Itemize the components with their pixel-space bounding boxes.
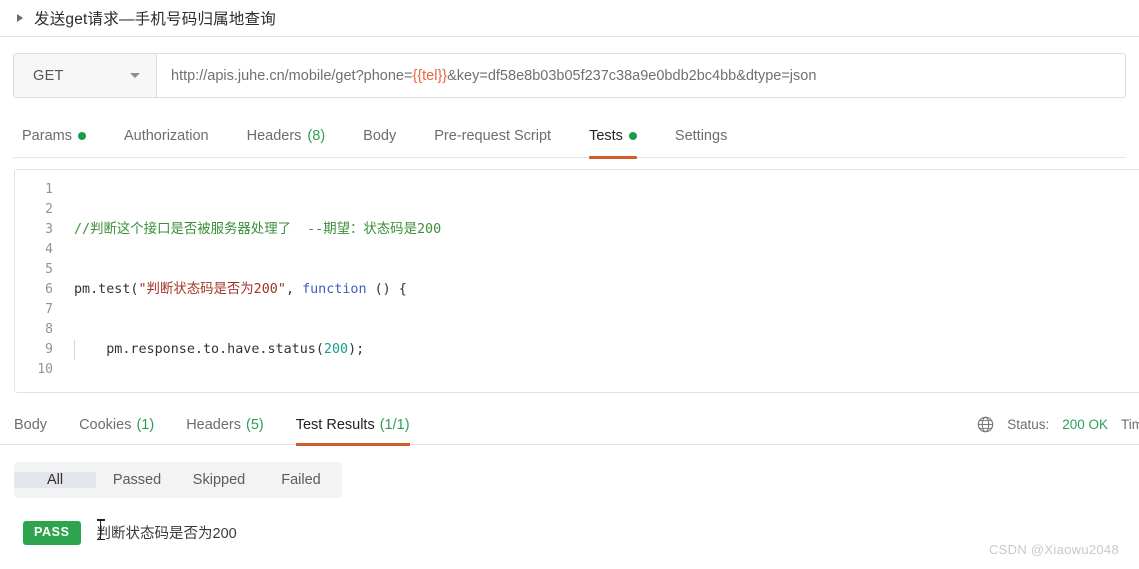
test-result-name-label: 判断状态码是否为200 [96, 526, 237, 543]
code-line: pm.test("判断状态码是否为200", function () { [74, 282, 407, 297]
status-badge: 200 OK [1062, 417, 1108, 432]
tab-tests-label: Tests [589, 128, 623, 144]
method-select[interactable]: GET [14, 54, 157, 97]
filter-all[interactable]: All [14, 472, 96, 488]
line-number: 3 [45, 222, 53, 237]
status-badge: PASS [23, 521, 81, 545]
line-number: 2 [45, 202, 53, 217]
watermark: CSDN @Xiaowu2048 [988, 542, 1119, 557]
filter-failed[interactable]: Failed [260, 472, 342, 488]
code-lines[interactable]: //判断这个接口是否被服务器处理了 --期望：状态码是200 pm.test("… [62, 170, 1139, 392]
response-tab-cookies-count: (1) [136, 416, 155, 433]
tab-settings-label: Settings [674, 128, 728, 144]
modified-dot-icon [628, 132, 637, 140]
tab-body[interactable]: Body [344, 115, 415, 158]
test-result-row: PASS 判断状态码是否为200 [23, 519, 1139, 545]
line-number: 1 [45, 182, 53, 197]
response-tab-test-results-count: (1/1) [379, 416, 410, 433]
test-result-filter-group: All Passed Skipped Failed [14, 462, 342, 498]
line-number: 8 [45, 322, 53, 337]
filter-skipped[interactable]: Skipped [178, 472, 260, 488]
url-input[interactable]: http://apis.juhe.cn/mobile/get?phone= {{t… [157, 54, 1125, 97]
response-status-block: Status: 200 OK Tim [977, 416, 1139, 433]
response-tab-headers[interactable]: Headers (5) [170, 405, 280, 445]
response-tab-bar: Body Cookies (1) Headers (5) Test Result… [0, 405, 1139, 446]
method-label: GET [33, 67, 64, 84]
line-number: 9 [45, 342, 53, 357]
response-tab-headers-label: Headers [186, 416, 241, 433]
response-tab-cookies[interactable]: Cookies (1) [63, 405, 170, 445]
test-result-name: 判断状态码是否为200 [96, 519, 237, 543]
text-cursor-icon [97, 519, 104, 541]
time-label: Tim [1121, 417, 1139, 432]
tab-authorization-label: Authorization [123, 128, 209, 144]
indent-guides [74, 340, 106, 360]
status-label: Status: [1007, 417, 1050, 432]
url-suffix: &key=df58e8b03b05f237c38a9e0bdb2bc4bb&dt… [447, 67, 817, 84]
tab-authorization[interactable]: Authorization [105, 115, 228, 158]
line-number: 6 [45, 282, 53, 297]
postman-window: 发送get请求—手机号码归属地查询 GET http://apis.juhe.c… [0, 0, 1139, 569]
globe-icon[interactable] [977, 416, 994, 433]
tab-headers-label: Headers [246, 128, 302, 144]
tab-params[interactable]: Params [13, 115, 105, 158]
tab-headers[interactable]: Headers (8) [228, 115, 345, 158]
page-title: 发送get请求—手机号码归属地查询 [34, 11, 276, 28]
tab-params-label: Params [22, 128, 72, 144]
tab-settings[interactable]: Settings [656, 115, 746, 158]
tab-pre-request-script[interactable]: Pre-request Script [415, 115, 570, 158]
tab-pre-request-script-label: Pre-request Script [434, 128, 552, 144]
response-tab-test-results[interactable]: Test Results (1/1) [280, 405, 426, 446]
request-tab-bar: Params Authorization Headers (8) Body Pr… [13, 115, 1126, 159]
tab-tests[interactable]: Tests [570, 115, 656, 159]
code-line: pm.response.to.have.status(200); [74, 340, 1139, 360]
line-number-gutter: 1 2 3 4 5 6 7 8 9 10 [15, 170, 62, 392]
url-bar: GET http://apis.juhe.cn/mobile/get?phone… [13, 53, 1126, 98]
response-tab-body[interactable]: Body [12, 405, 63, 445]
chevron-down-icon [130, 73, 140, 78]
response-tab-test-results-label: Test Results [295, 416, 375, 433]
filter-passed[interactable]: Passed [96, 472, 178, 488]
triangle-right-icon[interactable] [17, 14, 23, 22]
modified-dot-icon [77, 132, 86, 140]
code-line: //判断这个接口是否被服务器处理了 --期望：状态码是200 [74, 222, 442, 237]
line-number: 5 [45, 262, 53, 277]
request-title-bar: 发送get请求—手机号码归属地查询 [0, 0, 1139, 37]
tests-code-editor[interactable]: 1 2 3 4 5 6 7 8 9 10 //判断这个接口是否被服务器处理了 -… [14, 169, 1139, 393]
url-variable: {{tel}} [412, 67, 448, 84]
response-tab-body-label: Body [14, 416, 48, 433]
tab-body-label: Body [363, 128, 397, 144]
line-number: 4 [45, 242, 53, 257]
line-number: 7 [45, 302, 53, 317]
response-tab-cookies-label: Cookies [79, 416, 132, 433]
url-prefix: http://apis.juhe.cn/mobile/get?phone= [171, 67, 413, 84]
line-number: 10 [37, 362, 53, 377]
response-tab-headers-count: (5) [246, 416, 264, 433]
tab-headers-count: (8) [307, 128, 326, 144]
